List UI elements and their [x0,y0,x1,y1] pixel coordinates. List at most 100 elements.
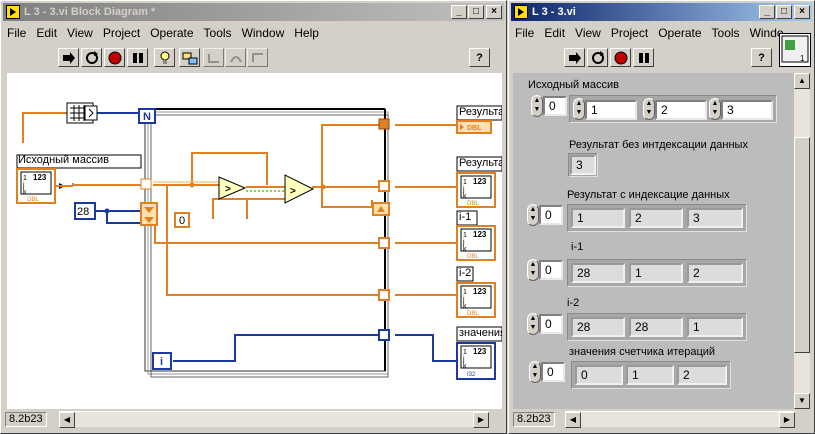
with-index-elem1: 2 [629,208,683,228]
vi-icon-pane[interactable]: 1 [779,33,811,67]
out-label-iter[interactable]: значения [459,327,502,339]
svg-text:j: j [462,239,465,246]
const-28-text: 28 [77,206,89,218]
iter-spinner[interactable]: ▲ ▼ [529,361,541,383]
svg-text:123: 123 [473,347,487,356]
minimize-button[interactable]: _ [759,5,775,19]
close-button[interactable]: × [794,5,810,19]
i1-index[interactable]: 0 [539,260,563,280]
svg-text:>: > [290,186,296,197]
run-arrow-icon[interactable] [564,48,585,67]
source-elem2-spinner[interactable]: ▲ ▼ [709,98,721,120]
menu-tools[interactable]: Tools [204,26,232,40]
out-label-no-index[interactable]: Результа [459,106,502,118]
minimize-button[interactable]: _ [451,5,467,19]
run-continuously-icon[interactable] [587,48,608,67]
pause-icon[interactable] [127,48,148,67]
source-index-input[interactable]: 0 [543,96,567,116]
source-elem0[interactable]: 1 [585,100,637,120]
menu-edit[interactable]: Edit [36,26,57,40]
bd-title-bar[interactable]: L 3 - 3.vi Block Diagram * _ □ × [3,3,504,21]
abort-icon[interactable] [610,48,631,67]
fp-title: L 3 - 3.vi [532,6,576,18]
i2-index[interactable]: 0 [539,314,563,334]
step-out-icon[interactable] [247,48,268,67]
svg-text:DBL: DBL [467,201,479,207]
svg-text:j: j [462,296,465,303]
highlight-execution-icon[interactable] [154,48,175,67]
menu-edit[interactable]: Edit [544,26,565,40]
out-label-with-index[interactable]: Результа [459,157,502,169]
menu-project[interactable]: Project [103,26,140,40]
source-index-spinner[interactable]: ▲ ▼ [531,95,543,117]
no-index-value: 3 [570,155,596,175]
block-diagram-window: L 3 - 3.vi Block Diagram * _ □ × File Ed… [0,0,507,434]
scroll-left-icon[interactable]: ◀ [59,412,75,428]
close-button[interactable]: × [486,5,502,19]
maximize-button[interactable]: □ [776,5,792,19]
source-array-label[interactable]: Исходный массив [18,154,109,166]
out-label-i1[interactable]: i-1 [459,211,471,223]
const-0-text: 0 [179,215,185,227]
source-elem2[interactable]: 3 [721,100,773,120]
i-terminal-text: i [160,356,163,368]
svg-text:123: 123 [473,287,487,296]
step-over-icon[interactable] [225,48,246,67]
i2-label: i-2 [567,297,580,309]
pause-icon[interactable] [633,48,654,67]
svg-text:1: 1 [800,54,805,63]
labview-vi-icon [6,5,20,19]
scroll-down-icon[interactable]: ▼ [794,393,810,409]
with-index-index[interactable]: 0 [539,205,563,225]
out-label-i2[interactable]: i-2 [459,267,471,279]
maximize-button[interactable]: □ [468,5,484,19]
menu-help[interactable]: Help [294,26,319,40]
menu-view[interactable]: View [575,26,601,40]
bd-hscroll[interactable]: ◀ ▶ [59,411,489,428]
svg-text:1: 1 [23,175,27,182]
i1-spinner[interactable]: ▲ ▼ [527,259,539,281]
abort-icon[interactable] [104,48,125,67]
menu-project[interactable]: Project [611,26,648,40]
i2-spinner[interactable]: ▲ ▼ [527,313,539,335]
src-arr-123: 123 [33,173,47,182]
fp-hscroll[interactable]: ◀ ▶ [565,411,795,428]
fp-menubar: File Edit View Project Operate Tools Win… [511,24,812,42]
svg-text:k: k [463,246,467,253]
iter-elem0: 0 [575,365,623,385]
menu-window[interactable]: Window [242,26,285,40]
with-index-spinner[interactable]: ▲ ▼ [527,204,539,226]
svg-text:123: 123 [473,177,487,186]
no-index-label: Результат без интдексации данных [569,139,748,151]
retain-wire-values-icon[interactable] [179,48,200,67]
run-arrow-icon[interactable] [58,48,79,67]
iter-index[interactable]: 0 [541,362,565,382]
n-terminal-text: N [143,111,151,123]
fp-title-bar[interactable]: L 3 - 3.vi _ □ × [511,3,812,21]
menu-tools[interactable]: Tools [712,26,740,40]
scroll-left-icon[interactable]: ◀ [565,412,581,428]
source-elem1-spinner[interactable]: ▲ ▼ [643,98,655,120]
menu-operate[interactable]: Operate [150,26,193,40]
block-diagram-canvas[interactable]: N i > > 28 0 1 j k 123 DBL DBL 1 j k 123… [7,73,502,409]
run-continuously-icon[interactable] [81,48,102,67]
fp-vscroll[interactable]: ▲ ▼ [794,73,810,409]
menu-file[interactable]: File [515,26,534,40]
front-panel-canvas[interactable]: Исходный массив ▲ ▼ 0 ▲ ▼ 1 ▲ ▼ 2 ▲ ▼ 3 Резу… [513,73,794,409]
step-into-icon[interactable] [203,48,224,67]
svg-text:DBL: DBL [467,125,482,132]
scroll-right-icon[interactable]: ▶ [779,412,795,428]
source-elem1[interactable]: 2 [655,100,707,120]
scroll-right-icon[interactable]: ▶ [473,412,489,428]
scroll-up-icon[interactable]: ▲ [794,73,810,89]
context-help-icon[interactable]: ? [469,48,490,67]
fp-vscroll-thumb[interactable] [794,137,810,353]
menu-operate[interactable]: Operate [658,26,701,40]
context-help-icon[interactable]: ? [751,48,772,67]
menu-view[interactable]: View [67,26,93,40]
bd-title: L 3 - 3.vi Block Diagram * [24,6,156,18]
menu-file[interactable]: File [7,26,26,40]
svg-text:j: j [462,186,465,193]
source-elem0-spinner[interactable]: ▲ ▼ [573,98,585,120]
i2-elem1: 28 [629,317,683,337]
